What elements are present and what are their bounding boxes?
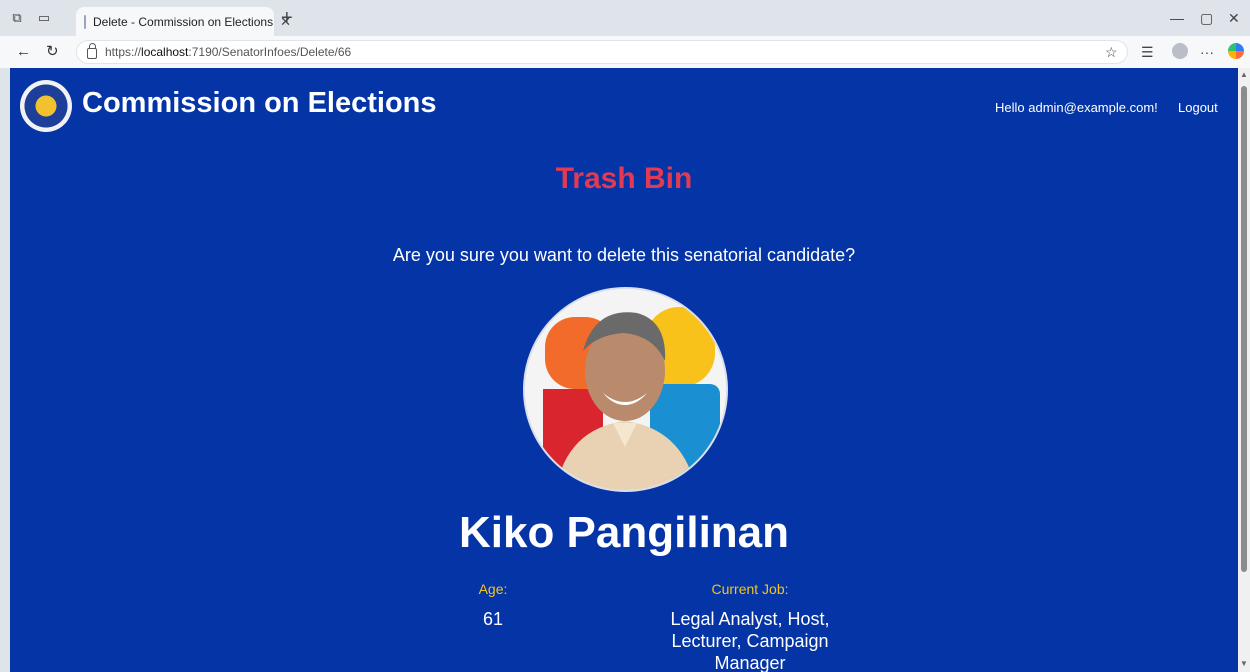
logout-link[interactable]: Logout [1178,100,1218,115]
minimize-icon[interactable]: — [1170,10,1184,26]
new-tab-icon[interactable]: + [281,8,293,28]
copilot-icon[interactable] [1228,43,1244,59]
candidate-portrait-image [525,289,726,490]
browser-toolbar: ← ↻ https://localhost:7190/SenatorInfoes… [0,36,1250,68]
age-label: Age: [478,581,508,597]
window-close-icon[interactable]: ✕ [1228,10,1240,26]
favorites-list-icon[interactable]: ☰ [1141,44,1154,60]
scrollbar-thumb[interactable] [1241,86,1247,572]
age-value: 61 [482,609,504,629]
browser-tab[interactable]: Delete - Commission on Elections ✕ [76,7,291,36]
scroll-down-icon[interactable]: ▼ [1240,660,1248,668]
tab-actions-icon[interactable]: ▭ [36,10,52,26]
tab-title: Delete - Commission on Elections [93,14,274,29]
back-icon[interactable]: ← [16,43,31,61]
scroll-up-icon[interactable]: ▲ [1240,71,1248,79]
page-favicon-icon [84,14,86,29]
favorite-star-icon[interactable]: ☆ [1105,44,1118,60]
candidate-photo [523,287,728,492]
current-job-label: Current Job: [711,581,789,597]
comelec-seal-logo[interactable] [20,80,72,132]
profile-avatar-icon[interactable] [1172,43,1188,59]
page-title: Trash Bin [555,162,693,195]
page-scrollbar[interactable]: ▲ ▼ [1238,68,1250,672]
page-viewport: Commission on Elections Hello admin@exam… [10,68,1238,672]
more-options-icon[interactable]: ··· [1200,44,1214,60]
browser-tab-strip: ⧉ ▭ Delete - Commission on Elections ✕ +… [0,0,1250,36]
site-brand[interactable]: Commission on Elections [82,87,437,120]
refresh-icon[interactable]: ↻ [46,43,59,61]
url-text: https://localhost:7190/SenatorInfoes/Del… [105,45,352,59]
address-bar[interactable]: https://localhost:7190/SenatorInfoes/Del… [76,40,1128,64]
lock-icon [87,43,97,59]
delete-confirmation-text: Are you sure you want to delete this sen… [392,245,856,265]
current-job-value: Legal Analyst, Host, Lecturer, Campaign … [670,609,830,672]
workspaces-icon[interactable]: ⧉ [9,10,25,26]
user-greeting-link[interactable]: Hello admin@example.com! [995,100,1158,115]
restore-icon[interactable]: ▢ [1200,10,1213,26]
candidate-name: Kiko Pangilinan [458,508,790,557]
